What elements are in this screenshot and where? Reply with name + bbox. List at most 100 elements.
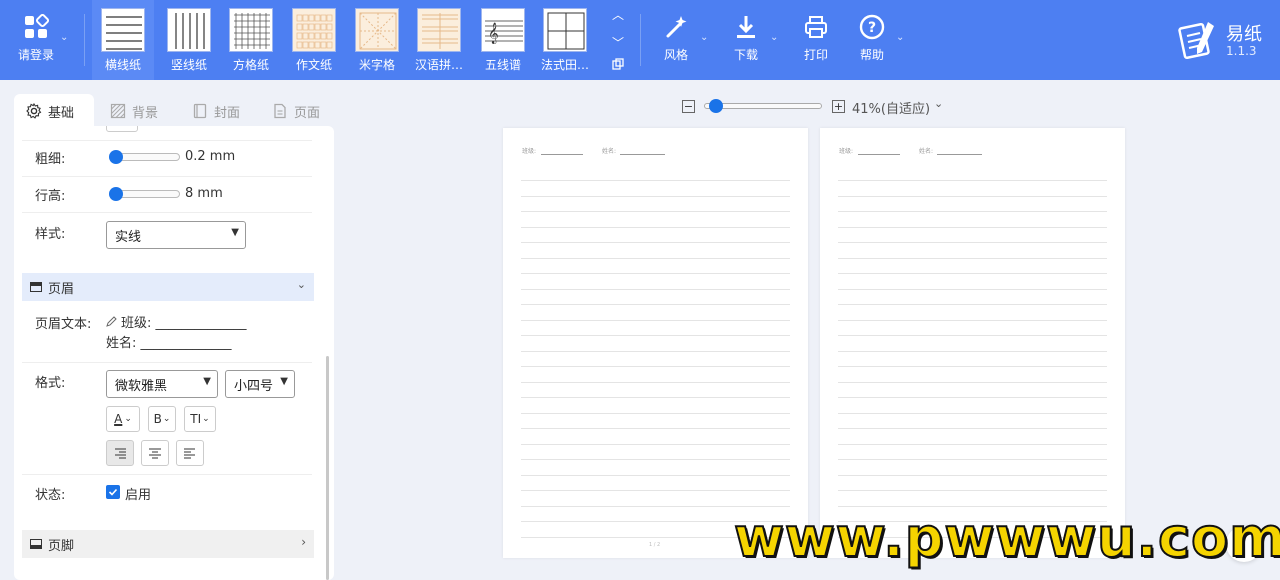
font-color-button[interactable]: A ⌄ <box>106 406 140 432</box>
print-label: 打印 <box>803 48 828 62</box>
tab-basic[interactable]: 基础 <box>14 94 94 128</box>
print-button[interactable]: 打印 <box>794 0 838 80</box>
paper-type-horizontal[interactable]: 横线纸 <box>92 0 154 80</box>
copy-icon[interactable] <box>608 58 628 74</box>
header-text-label: 页眉文本: <box>35 317 92 332</box>
line-style-select[interactable]: 实线 ▼ <box>106 221 246 249</box>
ruled-line <box>838 180 1107 181</box>
row-height-slider[interactable] <box>109 187 180 201</box>
brand-name: 易纸 <box>1226 24 1262 45</box>
svg-text:?: ? <box>868 20 876 36</box>
align-center-button[interactable] <box>141 440 169 466</box>
ruled-line <box>521 288 790 290</box>
divider <box>22 474 312 475</box>
font-size-select[interactable]: 小四号 ▼ <box>225 370 295 398</box>
panel-scrollbar[interactable] <box>326 356 329 580</box>
login-label: 请登录 <box>17 48 54 62</box>
bold-button[interactable]: B ⌄ <box>148 406 176 432</box>
scroll-down-button[interactable]: ﹀ <box>608 34 628 50</box>
download-chevron-down-icon[interactable]: ⌄ <box>770 32 778 43</box>
style-label: 风格 <box>663 48 688 62</box>
footer-section-toggle[interactable]: 页脚 › <box>22 530 314 558</box>
download-button[interactable]: 下载 <box>724 0 768 80</box>
header-section-toggle[interactable]: 页眉 ⌄ <box>22 273 314 301</box>
settings-panel: 基础 背景 封面 页面 粗细: 0.2 mm 行高: 8 mm 样式: 实线 ▼… <box>14 94 334 580</box>
login-button[interactable]: 请登录 <box>8 0 64 80</box>
ruled-line <box>521 474 790 476</box>
paper-type-staff[interactable]: 𝄞 五线谱 <box>474 0 532 80</box>
tab-background-label: 背景 <box>132 105 159 121</box>
mizige-paper-icon <box>355 8 399 52</box>
zoom-out-button[interactable]: − <box>682 100 695 113</box>
pencil-icon <box>106 316 117 327</box>
page-name-underline <box>620 154 665 155</box>
login-chevron-down-icon[interactable]: ⌄ <box>60 32 68 43</box>
page-class-label: 班级: <box>522 148 537 155</box>
font-color-icon: A <box>114 412 123 426</box>
ruled-line <box>838 195 1107 197</box>
color-swatch[interactable] <box>106 126 138 132</box>
horizontal-paper-icon <box>101 8 145 52</box>
paper-type-mizige[interactable]: 米字格 <box>348 0 406 80</box>
page-number: 1 / 2 <box>649 542 661 548</box>
align-left-icon <box>184 448 195 459</box>
ruled-line <box>838 474 1107 476</box>
ruled-line <box>521 381 790 383</box>
divider <box>22 362 312 363</box>
tab-page-label: 页面 <box>294 105 321 121</box>
thickness-value: 0.2 mm <box>185 149 236 164</box>
texture-icon <box>110 103 126 119</box>
header-text-line2: 姓名: ______________ <box>106 336 232 351</box>
bold-icon: B <box>153 412 162 426</box>
paper-type-vertical[interactable]: 竖线纸 <box>160 0 218 80</box>
ruled-line <box>838 381 1107 383</box>
paper-type-pinyin[interactable]: 汉语拼… <box>410 0 468 80</box>
row-height-slider-knob[interactable] <box>109 187 123 201</box>
ruled-line <box>521 350 790 352</box>
ruled-line <box>838 319 1107 321</box>
ruled-line <box>838 428 1107 429</box>
paper-type-grid[interactable]: 方格纸 <box>222 0 280 80</box>
ruled-line <box>521 428 790 429</box>
zoom-in-button[interactable]: + <box>832 100 845 113</box>
page-name-underline <box>937 154 982 155</box>
ruled-line <box>838 366 1107 367</box>
align-left-button[interactable] <box>176 440 204 466</box>
thickness-slider[interactable] <box>109 150 180 164</box>
vertical-paper-icon <box>167 8 211 52</box>
row-height-value: 8 mm <box>185 186 223 201</box>
scroll-up-button[interactable]: ︿ <box>608 6 628 22</box>
tab-page[interactable]: 页面 <box>260 94 332 128</box>
font-family-select[interactable]: 微软雅黑 ▼ <box>106 370 218 398</box>
brand-logo <box>1176 18 1220 66</box>
preview-page-1: 班级: 姓名: 1 / 2 <box>503 128 808 558</box>
page-name-label: 姓名: <box>919 148 934 155</box>
page-class-underline <box>858 154 900 155</box>
style-chevron-down-icon[interactable]: ⌄ <box>700 32 708 43</box>
zoom-level-dropdown[interactable]: 41%(自适应) <box>852 98 930 117</box>
divider <box>22 140 312 141</box>
paper-type-label: 竖线纸 <box>170 58 207 72</box>
text-size-button[interactable]: TI ⌄ <box>184 406 216 432</box>
tab-background[interactable]: 背景 <box>98 94 170 128</box>
thickness-slider-knob[interactable] <box>109 150 123 164</box>
ruled-line <box>521 195 790 197</box>
text-size-icon: TI <box>190 412 202 426</box>
zoom-slider[interactable] <box>704 99 822 113</box>
enable-checkbox[interactable] <box>106 485 120 499</box>
header-text-input[interactable]: 班级: ______________ 姓名: ______________ <box>106 312 306 352</box>
help-chevron-down-icon[interactable]: ⌄ <box>896 32 904 43</box>
chevron-right-icon: › <box>301 535 306 549</box>
paper-type-french[interactable]: 法式田… <box>536 0 594 80</box>
chevron-down-icon[interactable]: ⌄ <box>934 97 943 110</box>
align-right-button[interactable] <box>106 440 134 466</box>
font-size-value: 小四号 <box>234 378 274 394</box>
paper-type-composition[interactable]: 作文纸 <box>285 0 343 80</box>
help-button[interactable]: ? 帮助 <box>850 0 894 80</box>
style-button[interactable]: 风格 <box>654 0 698 80</box>
document-icon <box>274 103 286 119</box>
tab-cover[interactable]: 封面 <box>180 94 252 128</box>
zoom-slider-knob[interactable] <box>709 99 723 113</box>
row-height-label: 行高: <box>35 189 66 204</box>
minus-icon: − <box>683 100 694 113</box>
